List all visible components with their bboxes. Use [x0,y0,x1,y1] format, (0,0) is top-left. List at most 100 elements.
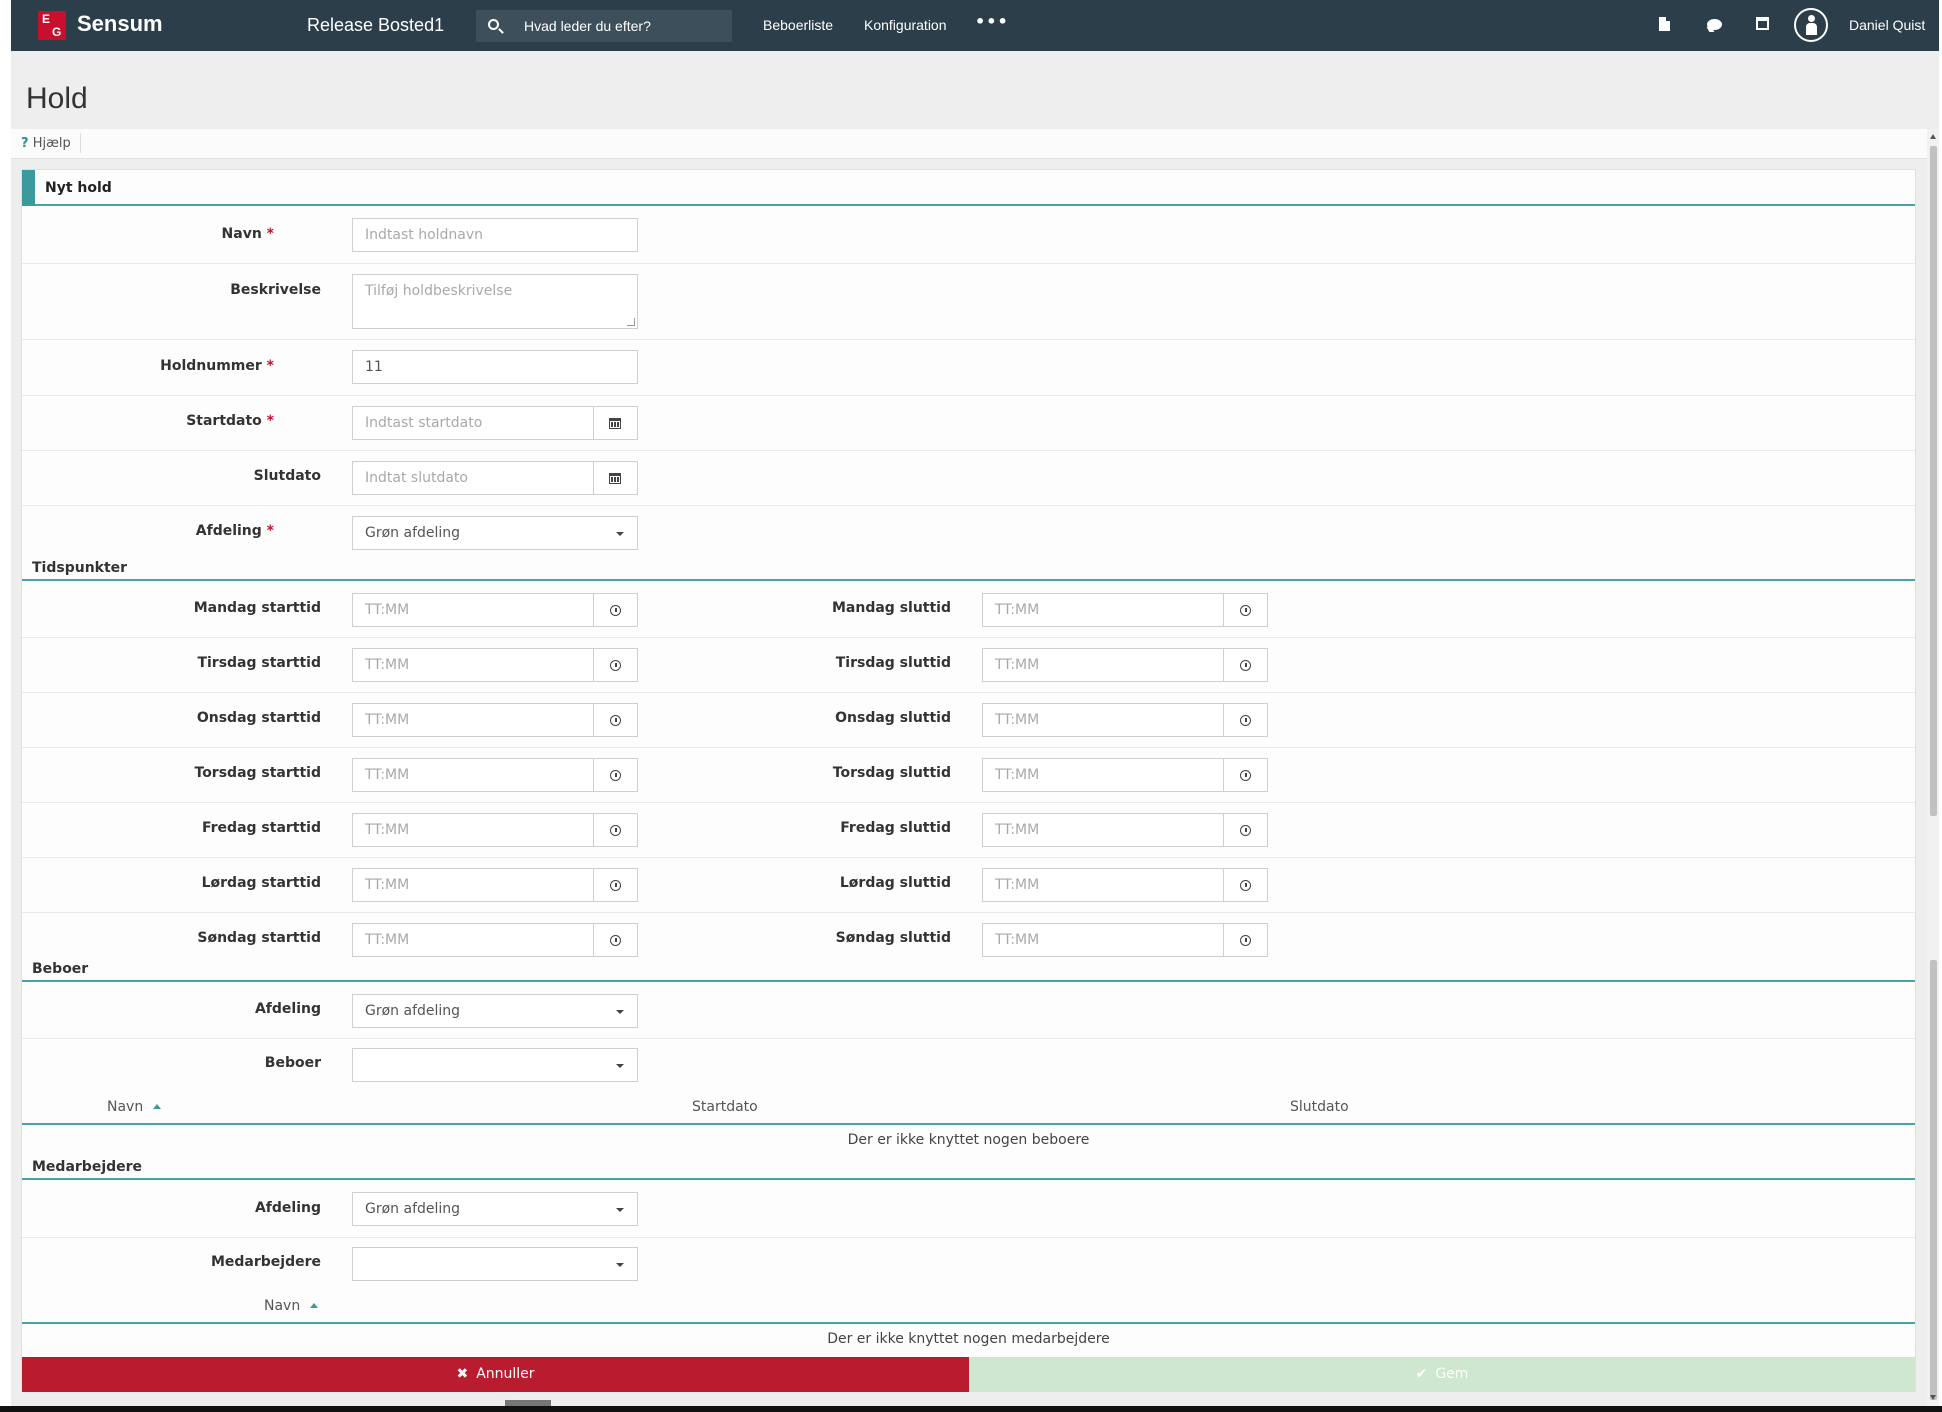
medarbejdere-afdeling-selected: Grøn afdeling [365,1201,461,1217]
column-header-navn[interactable]: Navn [107,1099,162,1115]
avatar-body [1806,23,1817,35]
scrollbar-thumb[interactable] [1930,146,1937,816]
resize-handle-icon[interactable] [627,318,635,326]
column-header-startdato[interactable]: Startdato [692,1099,758,1115]
label-beskrivelse: Beskrivelse [230,282,321,298]
nav-konfiguration[interactable]: Konfiguration [864,17,947,33]
row-beboer-select: Beboer [22,1039,1915,1089]
starttid-clock-button[interactable] [594,813,638,847]
label-sluttid: Torsdag sluttid [832,765,951,781]
starttid-clock-button[interactable] [594,703,638,737]
label-beboer: Beboer [264,1055,321,1071]
holdnummer-input[interactable]: 11 [352,350,638,384]
sluttid-input[interactable]: TT:MM [982,868,1224,902]
slutdato-calendar-button[interactable] [594,461,638,495]
scrollbar-thumb-lower[interactable] [1930,960,1937,1400]
more-menu-icon[interactable]: ••• [975,12,1009,31]
clock-icon [1240,770,1251,781]
starttid-input[interactable]: TT:MM [352,758,594,792]
section-title: Beboer [32,961,89,977]
logo-letter-g: G [52,25,62,39]
search-icon [488,19,499,30]
afdeling-select[interactable]: Grøn afdeling [352,516,638,550]
sluttid-clock-button[interactable] [1224,758,1268,792]
beskrivelse-textarea[interactable]: Tilføj holdbeskrivelse [352,274,638,329]
section-medarbejdere: Medarbejdere [22,1150,1915,1180]
startdato-calendar-button[interactable] [594,406,638,440]
sluttid-input[interactable]: TT:MM [982,593,1224,627]
medarbejdere-select[interactable] [352,1247,638,1281]
user-avatar-icon[interactable] [1794,8,1828,42]
chat-icon[interactable] [1707,19,1722,30]
slutdato-input[interactable]: Indtat slutdato [352,461,594,495]
release-name[interactable]: Release Bosted1 [307,15,444,36]
search-placeholder: Hvad leder du efter? [524,18,651,34]
column-header-medarbejder-navn[interactable]: Navn [264,1298,319,1314]
user-name[interactable]: Daniel Quist [1849,17,1925,33]
sluttid-input[interactable]: TT:MM [982,648,1224,682]
scroll-up-icon[interactable] [1930,134,1936,139]
sluttid-input[interactable]: TT:MM [982,703,1224,737]
save-button[interactable]: ✔ Gem [969,1357,1915,1392]
sluttid-clock-button[interactable] [1224,593,1268,627]
page-title: Hold [26,82,88,115]
calendar-icon [609,418,621,429]
help-link[interactable]: ? Hjælp [21,136,71,151]
sort-asc-icon [310,1303,319,1308]
clock-icon [610,605,621,616]
calendar-icon[interactable] [1756,17,1769,30]
navn-input[interactable]: Indtast holdnavn [352,218,638,252]
sluttid-input[interactable]: TT:MM [982,758,1224,792]
starttid-input[interactable]: TT:MM [352,813,594,847]
clock-icon [1240,825,1251,836]
starttid-clock-button[interactable] [594,758,638,792]
clock-icon [1240,880,1251,891]
sluttid-clock-button[interactable] [1224,703,1268,737]
clock-icon [1240,660,1251,671]
beboer-select[interactable] [352,1048,638,1082]
table-header-divider [22,1322,1915,1324]
starttid-clock-button[interactable] [594,648,638,682]
eg-logo[interactable]: E G [38,11,66,40]
beboer-afdeling-select[interactable]: Grøn afdeling [352,994,638,1028]
nav-beboerliste[interactable]: Beboerliste [763,17,833,33]
cancel-button[interactable]: ✖ Annuller [22,1357,969,1392]
starttid-clock-button[interactable] [594,593,638,627]
scroll-down-icon[interactable] [1930,1395,1936,1400]
beboer-afdeling-selected: Grøn afdeling [365,1003,461,1019]
document-icon[interactable] [1659,17,1670,31]
starttid-input[interactable]: TT:MM [352,703,594,737]
startdato-input[interactable]: Indtast startdato [352,406,594,440]
sluttid-clock-button[interactable] [1224,868,1268,902]
global-search[interactable]: Hvad leder du efter? [476,10,732,42]
check-icon: ✔ [1415,1366,1428,1382]
top-navbar: E G Sensum Release Bosted1 Hvad leder du… [11,0,1939,51]
clock-icon [610,770,621,781]
starttid-clock-button[interactable] [594,868,638,902]
brand-name[interactable]: Sensum [77,11,163,37]
clock-icon [610,660,621,671]
sluttid-clock-button[interactable] [1224,648,1268,682]
label-startdato: Startdato * [22,413,274,429]
afdeling-selected: Grøn afdeling [365,525,461,541]
column-header-medarbejder-navn-text: Navn [264,1298,301,1314]
clock-icon [610,715,621,726]
close-icon: ✖ [456,1366,469,1382]
required-mark: * [266,523,274,539]
starttid-input[interactable]: TT:MM [352,868,594,902]
sluttid-input[interactable]: TT:MM [982,813,1224,847]
sluttid-clock-button[interactable] [1224,813,1268,847]
help-bar: ? Hjælp [11,129,1927,159]
form-title: Nyt hold [45,180,112,196]
caret-down-icon [616,1263,624,1267]
medarbejdere-afdeling-select[interactable]: Grøn afdeling [352,1192,638,1226]
horizontal-scroll-thumb[interactable] [505,1400,551,1406]
clock-icon [610,935,621,946]
column-header-slutdato[interactable]: Slutdato [1290,1099,1349,1115]
label-starttid: Tirsdag starttid [197,655,321,671]
app-frame: E G Sensum Release Bosted1 Hvad leder du… [11,0,1939,1406]
row-weekday-times: Fredag starttid TT:MM Fredag sluttid TT:MM [22,803,1915,858]
starttid-input[interactable]: TT:MM [352,593,594,627]
starttid-input[interactable]: TT:MM [352,648,594,682]
row-beboer-afdeling: Afdeling Grøn afdeling [22,984,1915,1039]
